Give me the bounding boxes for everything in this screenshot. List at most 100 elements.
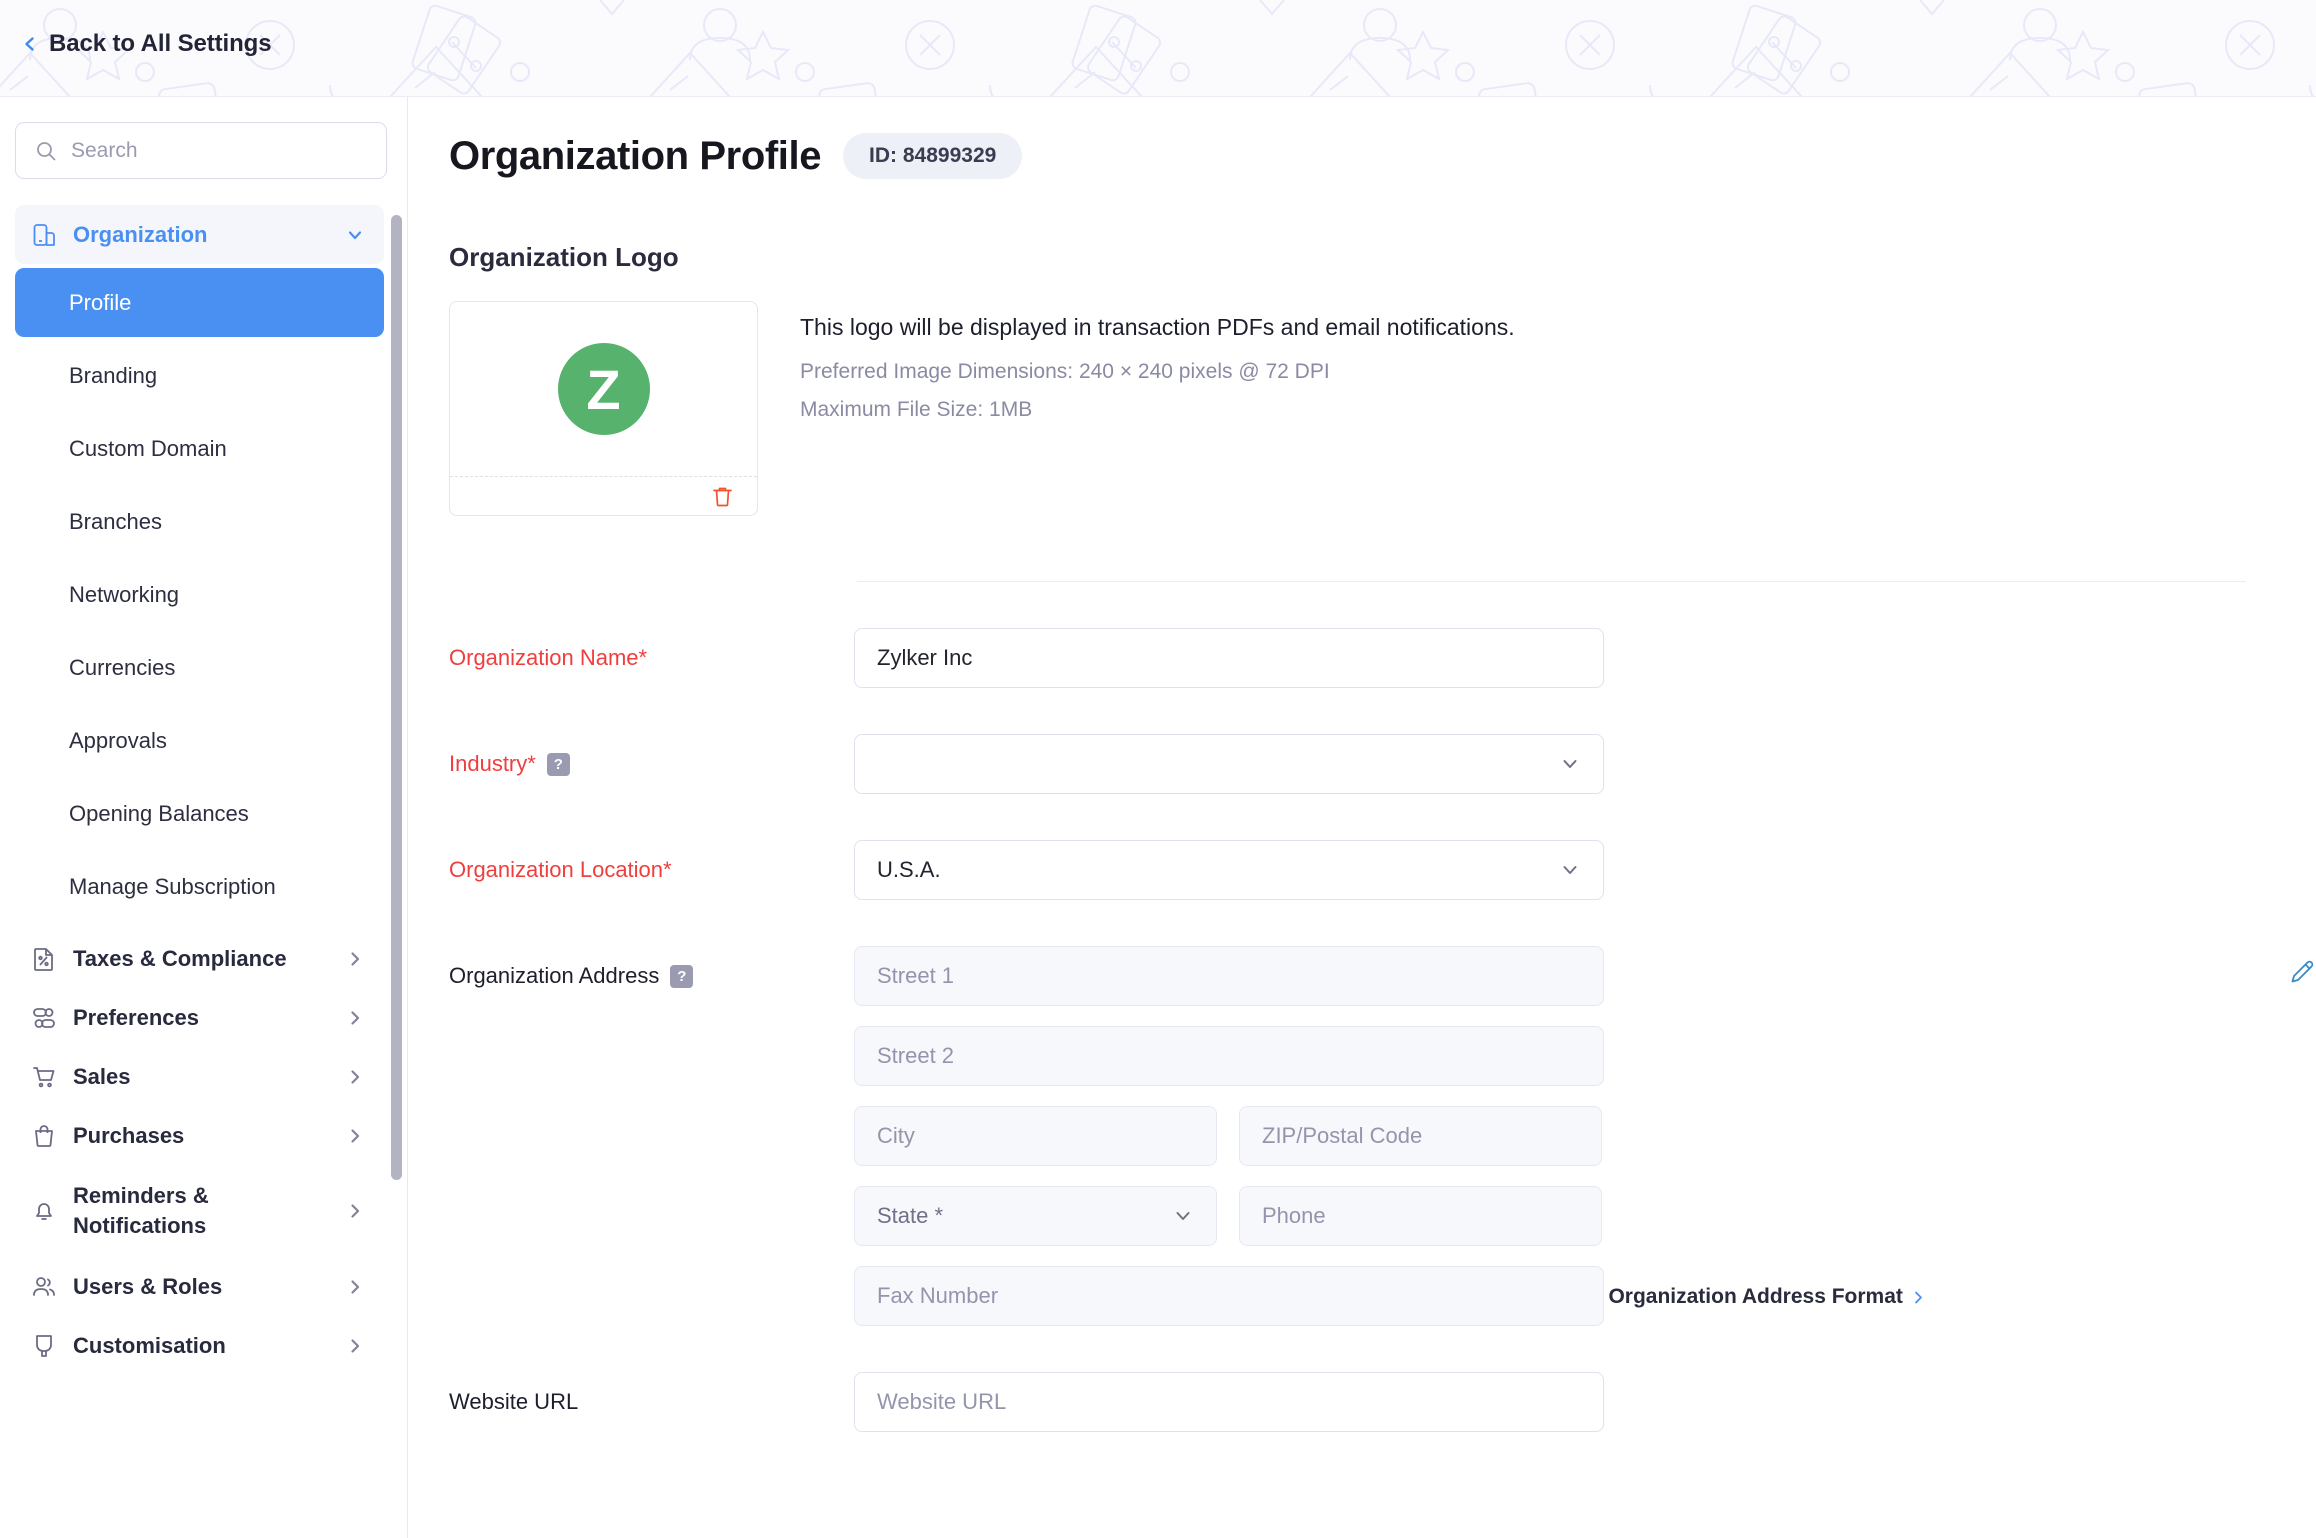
chevron-right-icon [351, 951, 360, 966]
chevron-right-icon [351, 1069, 360, 1084]
sidebar-group-label: Purchases [73, 1122, 185, 1148]
top-bar: Back to All Settings [0, 0, 2316, 97]
sidebar-group-label: Customisation [73, 1332, 226, 1358]
city-zip-row [854, 1106, 2238, 1166]
street2-input[interactable] [854, 1026, 1604, 1086]
sidebar-item-branches[interactable]: Branches [15, 487, 384, 556]
org-id-badge: ID: 84899329 [843, 133, 1023, 179]
organization-address-help-icon[interactable]: ? [670, 964, 694, 988]
field-industry: Industry* ? [449, 734, 2316, 794]
sidebar-scrollbar[interactable] [391, 215, 402, 1180]
customisation-icon [36, 1334, 52, 1357]
field-organization-location: Organization Location* U.S.A. [449, 840, 2316, 900]
industry-label-text: Industry* [449, 751, 536, 776]
main-content: Organization Profile ID: 84899329 Organi… [409, 97, 2316, 1538]
organization-location-label: Organization Location* [449, 857, 672, 882]
chevron-right-icon [351, 1279, 360, 1294]
chevron-right-icon [351, 1128, 360, 1143]
chevron-down-icon [348, 230, 362, 239]
pencil-icon[interactable] [2288, 958, 2316, 986]
website-url-input[interactable] [854, 1372, 1604, 1432]
sidebar-group-preferences[interactable]: Preferences [15, 988, 384, 1047]
sidebar-group-users-roles[interactable]: Users & Roles [15, 1257, 384, 1316]
sidebar-group-label: Users & Roles [73, 1273, 223, 1299]
sidebar-item-profile[interactable]: Profile [15, 268, 384, 337]
chevron-right-icon [1914, 1291, 1922, 1303]
industry-help-icon[interactable]: ? [546, 752, 570, 776]
sidebar-item-opening-balances[interactable]: Opening Balances [15, 779, 384, 848]
tax-document-icon [34, 947, 53, 971]
organization-logo-heading: Organization Logo [449, 242, 679, 272]
fax-number-input[interactable] [854, 1266, 1604, 1326]
street1-input[interactable] [854, 946, 1604, 1006]
sidebar-group-label: Organization [73, 221, 208, 247]
organization-location-value: U.S.A. [877, 857, 941, 882]
chevron-down-icon [1176, 1212, 1190, 1220]
address-edit-action [2288, 946, 2316, 991]
sidebar-nav: Organization Profile Branding Custom Dom… [0, 205, 408, 1538]
sidebar-group-reminders-notifications[interactable]: Reminders & Notifications [15, 1165, 384, 1257]
industry-select[interactable] [854, 734, 1604, 794]
sidebar-item-manage-subscription[interactable]: Manage Subscription [15, 852, 384, 921]
sidebar-group-taxes-compliance[interactable]: Taxes & Compliance [15, 929, 384, 988]
logo-preferred-dimensions: Preferred Image Dimensions: 240 × 240 pi… [800, 360, 1330, 383]
search-icon [37, 141, 56, 160]
page-header: Organization Profile ID: 84899329 [409, 97, 2316, 179]
organization-location-select[interactable]: U.S.A. [854, 840, 1604, 900]
organization-name-input[interactable] [854, 628, 1604, 688]
logo-max-file-size: Maximum File Size: 1MB [800, 398, 1033, 421]
organization-address-label-text: Organization Address [449, 963, 660, 988]
sidebar-item-custom-domain[interactable]: Custom Domain [15, 414, 384, 483]
page-title: Organization Profile [449, 133, 822, 178]
state-phone-row: State * [854, 1186, 2238, 1246]
shopping-cart-icon [33, 1066, 55, 1087]
sidebar-item-networking[interactable]: Networking [15, 560, 384, 629]
search-input[interactable] [71, 138, 367, 163]
organization-address-format-label: Organization Address Format [1608, 1285, 1903, 1308]
sidebar-group-purchases[interactable]: Purchases [15, 1106, 384, 1165]
search-box[interactable] [15, 122, 387, 179]
sidebar-item-branding[interactable]: Branding [15, 341, 384, 410]
sidebar-group-organization[interactable]: Organization [15, 205, 384, 264]
section-divider [857, 581, 2246, 582]
sidebar-group-label: Taxes & Compliance [73, 945, 287, 971]
chevron-right-icon [351, 1010, 360, 1025]
logo-description: This logo will be displayed in transacti… [800, 314, 1515, 340]
zip-postal-code-input[interactable] [1239, 1106, 1602, 1166]
sidebar-group-sales[interactable]: Sales [15, 1047, 384, 1106]
website-url-label: Website URL [449, 1389, 579, 1414]
organization-logo: Z [557, 343, 650, 435]
sidebar: Organization Profile Branding Custom Dom… [0, 97, 408, 1538]
sidebar-item-currencies[interactable]: Currencies [15, 633, 384, 702]
logo-upload-box[interactable]: Z [449, 301, 758, 516]
logo-preview: Z [450, 302, 757, 477]
city-input[interactable] [854, 1106, 1217, 1166]
industry-label: Industry* ? [449, 734, 854, 777]
users-icon [33, 1276, 55, 1296]
field-website-url: Website URL [449, 1372, 2316, 1432]
chevron-down-icon [1563, 866, 1577, 874]
organization-address-label: Organization Address ? [449, 946, 854, 989]
logo-row: Z This logo will be displayed in transac… [409, 273, 2316, 516]
back-link-label: Back to All Settings [49, 30, 272, 57]
field-organization-name: Organization Name* [449, 628, 2316, 688]
organization-profile-form: Organization Name* Industry* ? [409, 628, 2316, 1432]
organization-address-format-link[interactable]: Organization Address Format [1608, 1285, 1925, 1309]
sidebar-group-label: Sales [73, 1063, 131, 1089]
chevron-right-icon [351, 1204, 360, 1218]
shopping-bag-icon [35, 1124, 53, 1147]
logo-description-block: This logo will be displayed in transacti… [800, 301, 1515, 516]
trash-icon[interactable] [710, 484, 735, 509]
sidebar-item-approvals[interactable]: Approvals [15, 706, 384, 775]
sidebar-group-customisation[interactable]: Customisation [15, 1316, 384, 1375]
sidebar-group-label: Reminders & Notifications [73, 1183, 209, 1238]
chevron-right-icon [351, 1338, 360, 1353]
state-selected-value: State * [877, 1203, 944, 1228]
preferences-icon [33, 1007, 55, 1028]
bell-icon [36, 1203, 52, 1220]
organization-icon [33, 223, 55, 246]
back-to-all-settings-link[interactable]: Back to All Settings [22, 30, 272, 58]
chevron-down-icon [1563, 760, 1577, 768]
phone-input[interactable] [1239, 1186, 1602, 1246]
state-select[interactable]: State * [854, 1186, 1217, 1246]
